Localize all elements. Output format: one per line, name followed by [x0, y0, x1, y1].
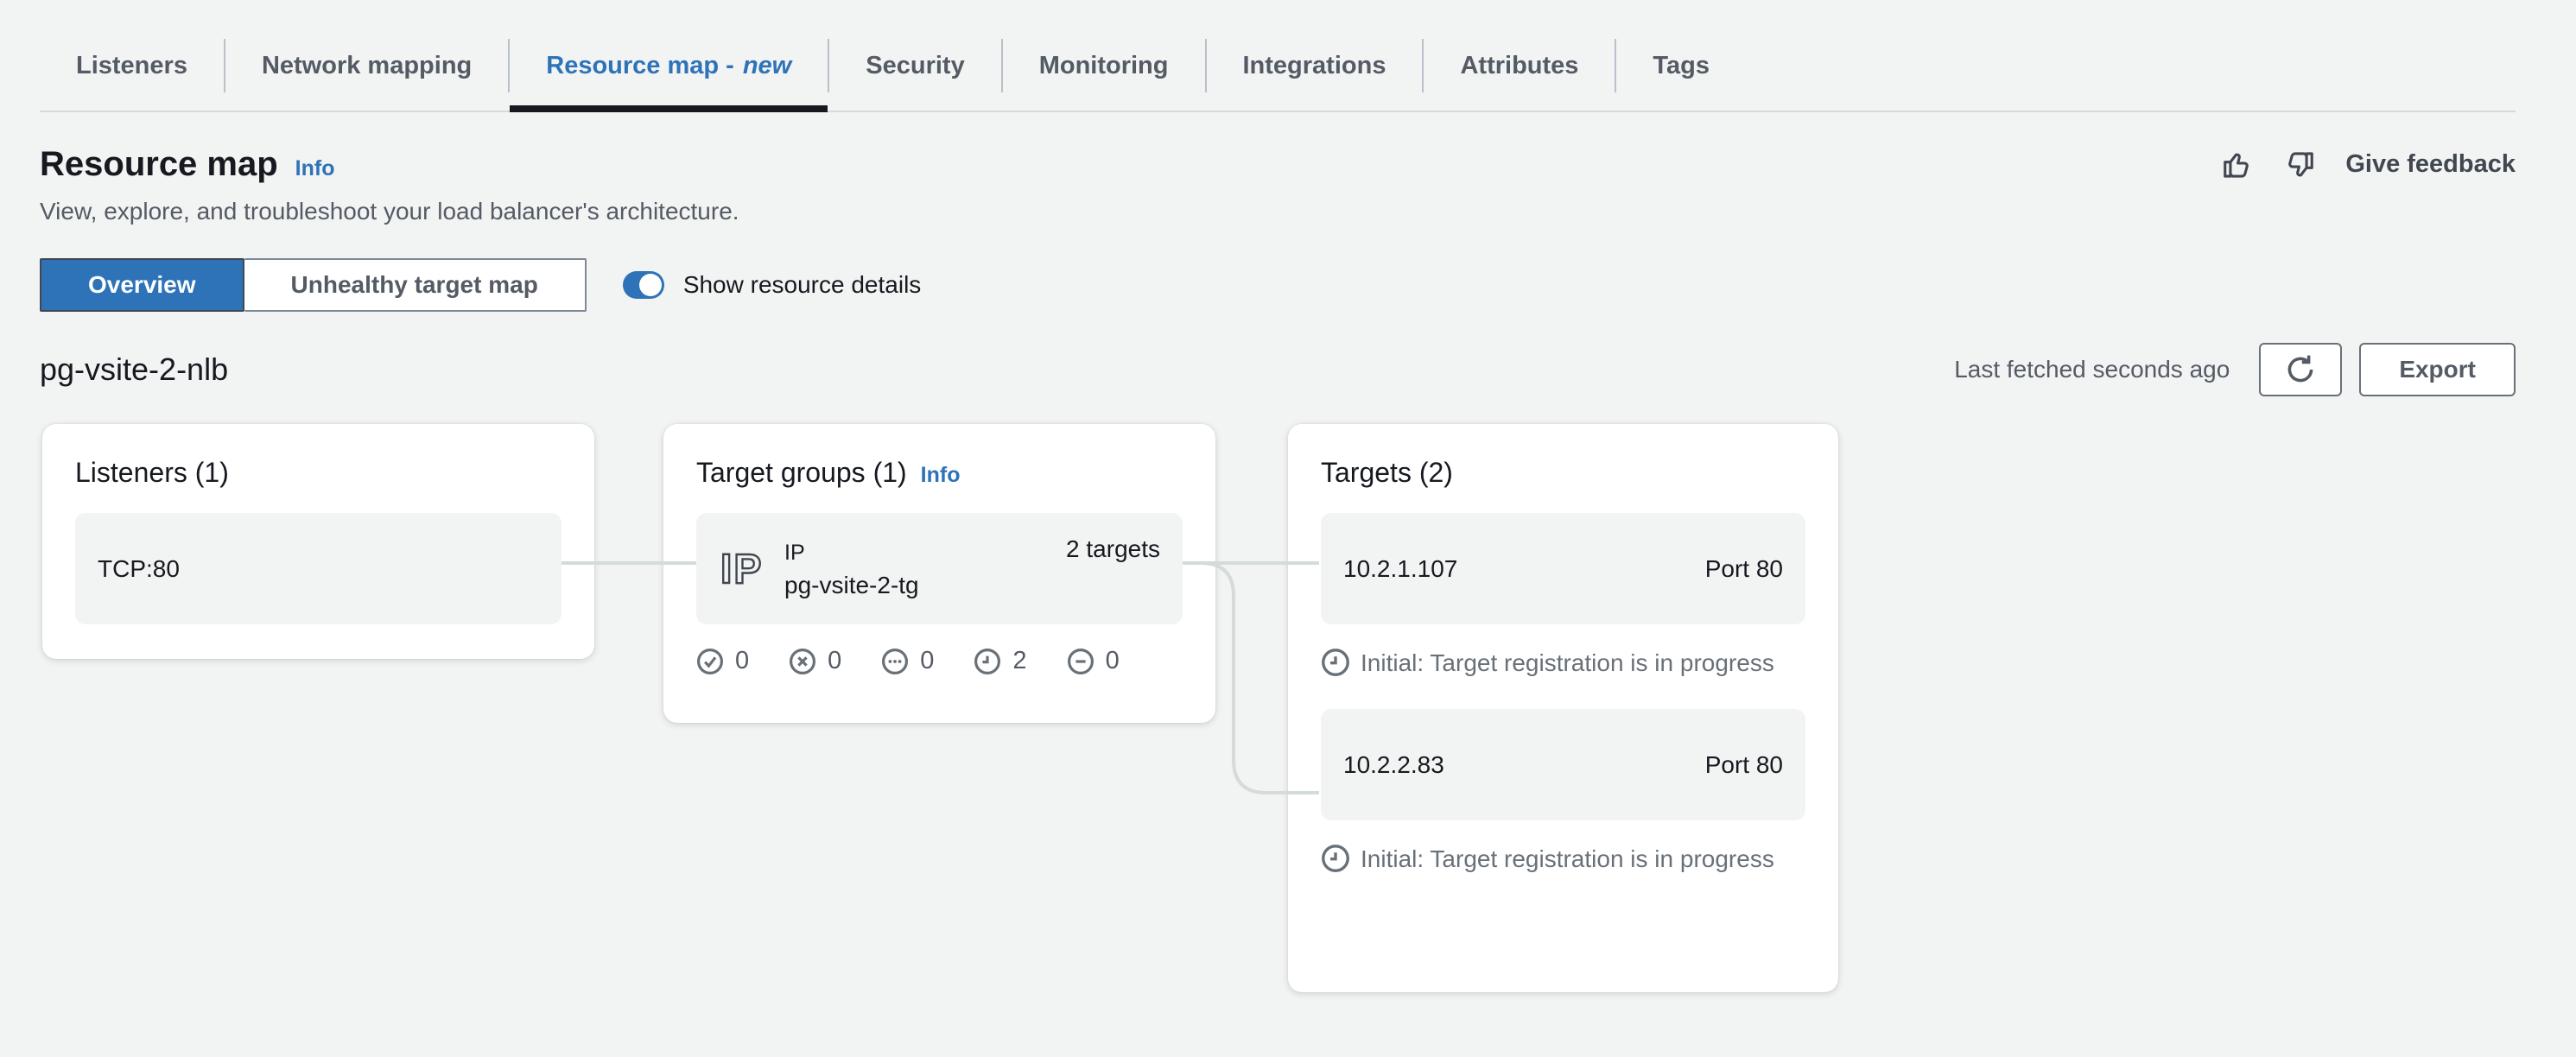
tab-security[interactable]: Security: [829, 21, 1000, 111]
target-status-text: Initial: Target registration is in progr…: [1361, 649, 1774, 676]
unhealthy-count-value: 0: [828, 647, 841, 675]
target-port: Port 80: [1705, 555, 1783, 583]
targets-column: Targets (2) 10.2.1.107 Port 80 Initial: …: [1288, 424, 1838, 992]
ip-target-type-icon: IP: [719, 543, 765, 595]
tab-integrations[interactable]: Integrations: [1207, 21, 1423, 111]
target-node[interactable]: 10.2.2.83 Port 80: [1321, 709, 1805, 820]
tab-listeners-label: Listeners: [76, 52, 187, 80]
tab-resource-map[interactable]: Resource map - new: [510, 21, 828, 111]
listeners-column: Listeners (1) TCP:80: [42, 424, 594, 659]
give-feedback-link[interactable]: Give feedback: [2345, 150, 2516, 179]
target-group-target-count: 2 targets: [1066, 535, 1160, 563]
tab-listeners[interactable]: Listeners: [40, 21, 224, 111]
circle-check-icon: [696, 648, 724, 675]
resource-map-canvas: Listeners (1) TCP:80 Target groups (1) In…: [0, 424, 2576, 1011]
toggle-knob: [639, 274, 662, 296]
unknown-count-value: 0: [920, 647, 934, 675]
show-resource-details-label: Show resource details: [683, 271, 921, 299]
unknown-count: 0: [881, 647, 934, 675]
tab-resource-map-label: Resource map -: [546, 52, 734, 80]
tab-resource-map-new-badge: new: [743, 52, 791, 80]
tab-tags-label: Tags: [1653, 52, 1710, 80]
resource-map-info-link[interactable]: Info: [295, 156, 335, 181]
tab-tags[interactable]: Tags: [1616, 21, 1746, 111]
unhealthy-count: 0: [789, 647, 841, 675]
circle-clock-icon: [1321, 844, 1350, 873]
target-status-text: Initial: Target registration is in progr…: [1361, 845, 1774, 872]
export-button[interactable]: Export: [2359, 343, 2516, 396]
listeners-column-title: Listeners (1): [75, 457, 562, 489]
target-groups-column-title: Target groups (1) Info: [696, 457, 1183, 489]
tab-attributes[interactable]: Attributes: [1424, 21, 1615, 111]
target-port: Port 80: [1705, 751, 1783, 779]
thumbs-up-icon[interactable]: [2221, 149, 2254, 181]
target-node[interactable]: 10.2.1.107 Port 80: [1321, 513, 1805, 624]
circle-minus-icon: [1067, 648, 1094, 675]
initial-count-value: 2: [1012, 647, 1026, 675]
target-group-node[interactable]: IP IP pg-vsite-2-tg 2 targets: [696, 513, 1183, 624]
target-groups-column: Target groups (1) Info IP IP pg-vsite-2-t…: [663, 424, 1215, 723]
target-health-summary: 0 0 0 2 0: [696, 647, 1183, 675]
tab-bar: Listeners Network mapping Resource map -…: [40, 0, 2516, 112]
view-mode-segmented-control: Overview Unhealthy target map: [40, 258, 587, 312]
tab-monitoring[interactable]: Monitoring: [1003, 21, 1205, 111]
circle-clock-icon: [1321, 648, 1350, 677]
tab-monitoring-label: Monitoring: [1039, 52, 1169, 80]
initial-count: 2: [974, 647, 1026, 675]
circle-ellipsis-icon: [881, 648, 909, 675]
tab-attributes-label: Attributes: [1460, 52, 1578, 80]
tab-security-label: Security: [866, 52, 964, 80]
refresh-button[interactable]: [2259, 343, 2342, 396]
svg-text:IP: IP: [720, 547, 763, 592]
page-title: Resource map: [40, 145, 278, 184]
last-fetched-text: Last fetched seconds ago: [1954, 356, 2230, 383]
circle-x-icon: [789, 648, 816, 675]
target-status: Initial: Target registration is in progr…: [1321, 643, 1792, 683]
tab-network-mapping[interactable]: Network mapping: [225, 21, 508, 111]
view-controls: Overview Unhealthy target map Show resou…: [0, 258, 2576, 312]
unhealthy-target-map-button[interactable]: Unhealthy target map: [244, 258, 587, 312]
show-resource-details-toggle[interactable]: [623, 271, 664, 299]
feedback-controls: Give feedback: [2221, 149, 2516, 181]
unused-count-value: 0: [1106, 647, 1120, 675]
target-groups-title-text: Target groups (1): [696, 457, 907, 488]
thumbs-down-icon[interactable]: [2283, 149, 2316, 181]
targets-column-title: Targets (2): [1321, 457, 1805, 489]
target-status: Initial: Target registration is in progr…: [1321, 839, 1792, 879]
target-group-type: IP: [784, 536, 919, 569]
unused-count: 0: [1067, 647, 1120, 675]
overview-button[interactable]: Overview: [40, 258, 244, 312]
target-address: 10.2.2.83: [1343, 751, 1444, 779]
listener-node[interactable]: TCP:80: [75, 513, 562, 624]
refresh-icon: [2284, 353, 2317, 386]
target-groups-info-link[interactable]: Info: [921, 463, 961, 487]
page-description: View, explore, and troubleshoot your loa…: [40, 198, 2516, 225]
healthy-count-value: 0: [735, 647, 749, 675]
tab-integrations-label: Integrations: [1243, 52, 1386, 80]
map-header: pg-vsite-2-nlb Last fetched seconds ago …: [0, 343, 2576, 396]
listener-protocol-port: TCP:80: [98, 555, 180, 583]
page-header: Resource map Info Give feedback View, ex…: [0, 145, 2576, 225]
circle-clock-icon: [974, 648, 1001, 675]
tab-network-mapping-label: Network mapping: [262, 52, 472, 80]
target-address: 10.2.1.107: [1343, 555, 1457, 583]
target-group-name: pg-vsite-2-tg: [784, 569, 919, 602]
healthy-count: 0: [696, 647, 749, 675]
load-balancer-name: pg-vsite-2-nlb: [40, 351, 228, 388]
